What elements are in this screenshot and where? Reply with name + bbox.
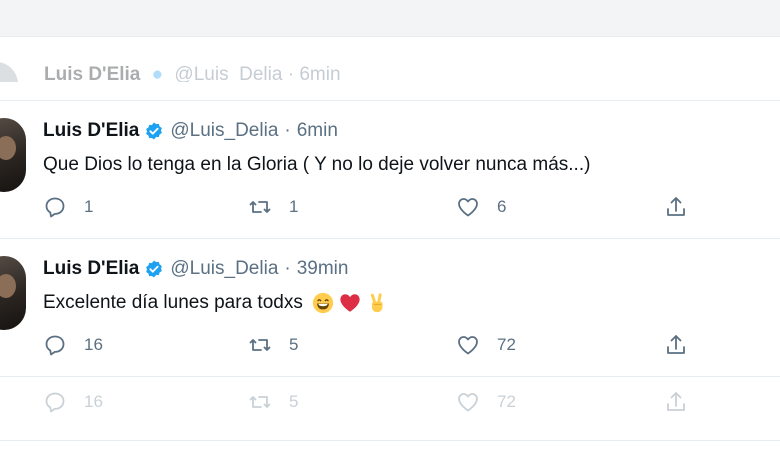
reply-button[interactable]: 1 [43, 195, 93, 219]
retweet-count: 5 [289, 392, 299, 411]
divider [0, 238, 780, 239]
faded-action-row: 16 5 72 [43, 390, 713, 420]
ghost-header: Luis D'Elia ● @Luis_Delia · 6min [44, 64, 341, 82]
tweet-text-content: Excelente día lunes para todxs [43, 292, 303, 313]
reply-icon [43, 333, 67, 357]
tweet-text-content: Que Dios lo tenga en la Gloria ( Y no lo… [43, 154, 591, 175]
retweet-button[interactable]: 1 [248, 195, 298, 219]
like-button[interactable]: 72 [456, 333, 516, 357]
like-count: 72 [497, 392, 516, 411]
author-name: Luis D'Elia [44, 64, 141, 82]
like-button[interactable]: 6 [456, 195, 506, 219]
tweet-header: Luis D'Elia @Luis_Delia · 6min [43, 120, 338, 142]
retweet-count: 1 [289, 197, 299, 216]
like-button: 72 [456, 390, 516, 414]
tweet[interactable]: Luis D'Elia @Luis_Delia · 6min Que Dios … [0, 102, 780, 236]
reply-button[interactable]: 16 [43, 333, 103, 357]
verified-badge-icon: ● [151, 64, 164, 82]
tweet-header: Luis D'Elia @Luis_Delia · 39min [43, 258, 348, 280]
divider [0, 376, 780, 377]
share-icon [664, 333, 688, 357]
author-name[interactable]: Luis D'Elia [43, 258, 139, 280]
divider [0, 440, 780, 441]
retweet-count: 5 [289, 335, 299, 354]
faded-tweet-header: Luis D'Elia ● @Luis_Delia · 6min [0, 58, 780, 82]
tweet-time: 6min [299, 64, 341, 82]
like-icon [456, 195, 480, 219]
reply-count: 1 [84, 197, 94, 216]
retweet-icon [248, 390, 272, 414]
like-count: 72 [497, 335, 516, 354]
verified-badge-icon [144, 121, 164, 141]
avatar [0, 62, 18, 82]
reply-button: 16 [43, 390, 103, 414]
like-icon [456, 333, 480, 357]
avatar[interactable] [0, 256, 26, 330]
divider [0, 100, 780, 101]
retweet-icon [248, 333, 272, 357]
separator: · [284, 258, 291, 279]
separator: · [284, 120, 291, 141]
retweet-button[interactable]: 5 [248, 333, 298, 357]
tweet-text: Que Dios lo tenga en la Gloria ( Y no lo… [43, 154, 590, 176]
author-handle: @Luis_Delia [174, 64, 283, 82]
divider [0, 36, 780, 37]
share-button [664, 390, 688, 414]
tweet[interactable]: Luis D'Elia @Luis_Delia · 39min Excelent… [0, 240, 780, 374]
red-heart-emoji [340, 294, 360, 312]
author-name[interactable]: Luis D'Elia [43, 120, 139, 142]
tweet-time[interactable]: 6min [297, 120, 338, 142]
reply-count: 16 [84, 335, 103, 354]
retweet-icon [248, 195, 272, 219]
like-icon [456, 390, 480, 414]
like-count: 6 [497, 197, 507, 216]
author-handle[interactable]: @Luis_Delia [170, 258, 278, 280]
share-button[interactable] [664, 333, 688, 357]
avatar[interactable] [0, 118, 26, 192]
verified-badge-icon [144, 259, 164, 279]
reply-icon [43, 195, 67, 219]
tweet-actions: 1 1 6 [43, 195, 713, 225]
reply-icon [43, 390, 67, 414]
victory-hand-emoji [370, 293, 383, 313]
share-icon [664, 390, 688, 414]
tweet-time[interactable]: 39min [297, 258, 349, 280]
share-button[interactable] [664, 195, 688, 219]
tweet-text: Excelente día lunes para todxs [43, 292, 388, 314]
retweet-button: 5 [248, 390, 298, 414]
tweet-actions: 16 5 72 [43, 333, 713, 363]
top-band [0, 0, 780, 36]
share-icon [664, 195, 688, 219]
grinning-face-emoji [312, 292, 333, 314]
author-handle[interactable]: @Luis_Delia [170, 120, 278, 142]
reply-count: 16 [84, 392, 103, 411]
